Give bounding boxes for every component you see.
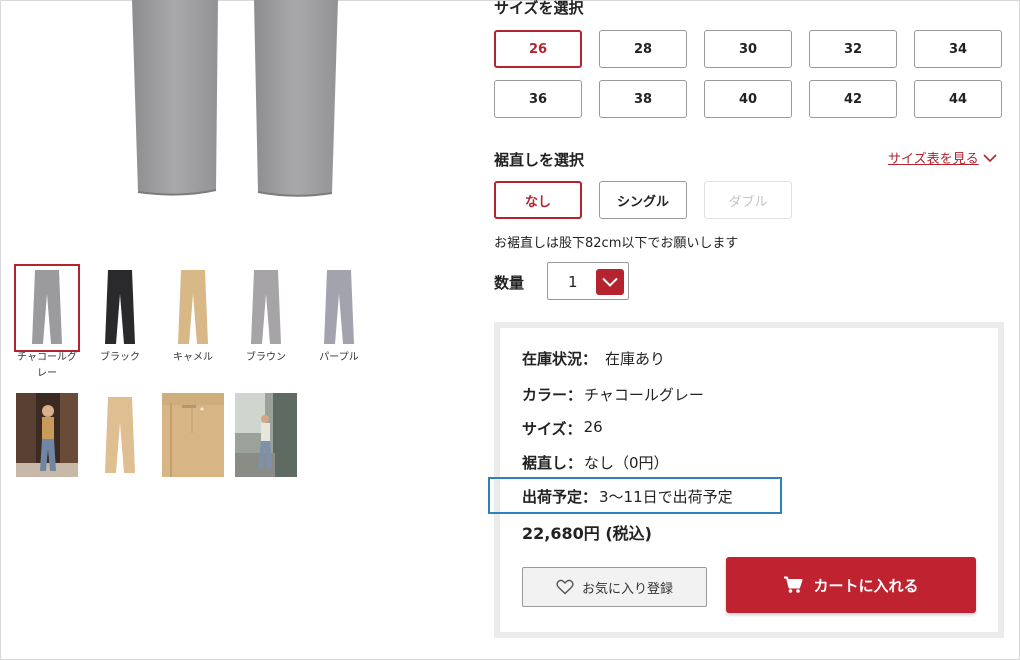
quantity-select[interactable]: 1: [547, 262, 629, 300]
size-option-30[interactable]: 30: [704, 30, 792, 68]
add-to-cart-button[interactable]: カートに入れる: [726, 557, 976, 613]
summary-hem-row: 裾直し： なし（0円）: [522, 452, 669, 473]
summary-stock-label: 在庫状況：: [522, 350, 598, 368]
hem-note: お裾直しは股下82cm以下でお願いします: [494, 236, 739, 251]
summary-stock-value: 在庫あり: [605, 350, 666, 368]
size-option-42[interactable]: 42: [809, 80, 897, 118]
color-label-black: ブラック: [100, 352, 140, 363]
add-to-favorites-button[interactable]: お気に入り登録: [522, 567, 707, 607]
color-thumb-camel[interactable]: [162, 266, 224, 350]
add-to-favorites-label: お気に入り登録: [581, 581, 673, 597]
size-option-40[interactable]: 40: [704, 80, 792, 118]
dropdown-arrow-icon[interactable]: [596, 269, 624, 295]
chevron-down-icon: [983, 153, 997, 162]
summary-hem-value: なし（0円）: [584, 454, 669, 472]
quantity-label: 数量: [494, 274, 525, 292]
size-chart-link-label: サイズ表を見る: [888, 152, 979, 167]
color-label-line: チャコールグ: [17, 352, 77, 363]
summary-size-value: 26: [583, 418, 603, 436]
quantity-value: 1: [568, 273, 578, 291]
summary-color-row: カラー： チャコールグレー: [522, 384, 704, 405]
cart-icon: [784, 576, 803, 593]
color-label-camel: キャメル: [173, 352, 213, 363]
summary-shipping-row: 出荷予定： 3〜11日で出荷予定: [522, 486, 733, 507]
summary-color-value: チャコールグレー: [584, 386, 704, 404]
product-main-image: [132, 0, 338, 197]
heart-icon: [556, 579, 574, 595]
summary-color-label: カラー：: [522, 386, 583, 404]
size-option-26[interactable]: 26: [494, 30, 582, 68]
color-thumb-purple[interactable]: [308, 266, 370, 350]
summary-size-label: サイズ：: [522, 420, 582, 438]
hem-section-title: 裾直しを選択: [494, 151, 585, 169]
summary-hem-label: 裾直し：: [522, 454, 583, 472]
size-option-32[interactable]: 32: [809, 30, 897, 68]
color-label-line: レー: [37, 368, 57, 379]
color-label-purple: パープル: [319, 352, 359, 363]
color-label-charcoal-gray: チャコールグ レー: [9, 350, 85, 382]
summary-stock-row: 在庫状況： 在庫あり: [522, 348, 665, 369]
hem-option-single[interactable]: シングル: [599, 181, 687, 219]
size-option-36[interactable]: 36: [494, 80, 582, 118]
price: 22,680円 (税込): [522, 524, 652, 543]
summary-shipping-value: 3〜11日で出荷予定: [599, 488, 733, 506]
styling-photo-3[interactable]: [162, 393, 224, 477]
color-label-brown: ブラウン: [246, 352, 286, 363]
size-section-title: サイズを選択: [494, 0, 584, 17]
summary-shipping-label: 出荷予定：: [522, 488, 598, 506]
hem-option-double: ダブル: [704, 181, 792, 219]
styling-photo-4[interactable]: [235, 393, 297, 477]
styling-photo-2[interactable]: [89, 393, 151, 477]
size-option-38[interactable]: 38: [599, 80, 687, 118]
size-option-34[interactable]: 34: [914, 30, 1002, 68]
color-thumb-charcoal-gray[interactable]: [14, 264, 80, 352]
hem-option-none[interactable]: なし: [494, 181, 582, 219]
styling-photo-1[interactable]: [16, 393, 78, 477]
color-thumb-black[interactable]: [89, 266, 151, 350]
size-option-44[interactable]: 44: [914, 80, 1002, 118]
size-chart-link[interactable]: サイズ表を見る: [888, 148, 997, 167]
add-to-cart-label: カートに入れる: [813, 576, 919, 595]
summary-size-row: サイズ： 26: [522, 418, 603, 439]
size-option-28[interactable]: 28: [599, 30, 687, 68]
color-thumb-brown[interactable]: [235, 266, 297, 350]
